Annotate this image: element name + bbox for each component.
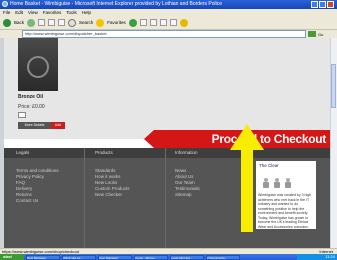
favorites-star-icon[interactable]	[96, 18, 105, 27]
taskbar-item[interactable]: 2 Documents...	[206, 254, 240, 260]
system-tray-clock[interactable]: 11:24	[297, 254, 337, 260]
taskbar-item[interactable]: Login.html aut...	[170, 254, 204, 260]
person-icon	[262, 178, 270, 188]
go-arrow-icon[interactable]	[308, 31, 316, 37]
footer-link[interactable]: Contact Us	[16, 198, 59, 204]
start-button[interactable]: start	[0, 254, 24, 260]
taskbar-item[interactable]: User Manager	[98, 254, 132, 260]
address-bar: http://www.wimbiguise.com/dispatcher_bas…	[0, 30, 337, 38]
footer-link[interactable]: New Checker	[95, 192, 130, 198]
product-ring-graphic	[27, 56, 49, 78]
toolbar: Back Search Favorites	[0, 16, 337, 30]
footer-links-information: News About Us Our Team Testimonials Site…	[175, 168, 200, 198]
menu-bar: File Edit View Favorites Tools Help	[0, 9, 337, 16]
scrollbar-thumb[interactable]	[331, 64, 336, 108]
folder-icon[interactable]	[179, 18, 188, 27]
menu-view[interactable]: View	[28, 9, 38, 16]
pointer-arrow-shaft	[241, 148, 253, 232]
more-details-button[interactable]: More Details	[18, 122, 51, 129]
promo-text: Wimbiguise was created by 3 high achieve…	[258, 193, 312, 228]
back-arrow-icon[interactable]	[3, 18, 11, 27]
product-name: Bronze Oil	[18, 94, 44, 100]
person-icon	[284, 178, 292, 188]
search-icon[interactable]	[68, 18, 77, 27]
address-input[interactable]: http://www.wimbiguise.com/dispatcher_bas…	[22, 30, 306, 38]
footer-title-products: Products	[95, 150, 113, 155]
taskbar-item[interactable]: Home - Micros...	[134, 254, 168, 260]
footer-link[interactable]: Sitemap	[175, 192, 200, 198]
checkout-arrow-tip	[144, 130, 154, 148]
menu-file[interactable]: File	[3, 9, 10, 16]
footer-header-bar	[4, 148, 330, 158]
edit-icon[interactable]	[159, 19, 167, 26]
refresh-icon[interactable]	[48, 19, 56, 26]
footer-title-legals: Legals	[16, 150, 30, 155]
person-icon	[273, 178, 281, 188]
footer-links-products: Standards How it works New Looks Custom …	[95, 168, 130, 198]
forward-arrow-icon[interactable]	[27, 18, 36, 27]
back-label[interactable]: Back	[14, 20, 24, 25]
maximize-icon[interactable]	[319, 1, 326, 8]
footer-title-information: Information	[175, 150, 198, 155]
ie-logo-icon	[2, 1, 8, 7]
history-icon[interactable]	[128, 18, 137, 27]
checkout-band	[4, 139, 154, 148]
menu-favorites[interactable]: Favorites	[43, 9, 62, 16]
promo-title: The Clear	[259, 163, 279, 168]
quantity-input[interactable]	[18, 112, 26, 118]
taskbar-item[interactable]: New Message	[26, 254, 60, 260]
product-price: Price: £0.00	[18, 104, 45, 110]
add-button[interactable]: Add	[51, 122, 65, 129]
menu-tools[interactable]: Tools	[66, 9, 77, 16]
footer-divider	[165, 148, 166, 248]
favorites-label[interactable]: Favorites	[107, 20, 126, 25]
stop-icon[interactable]	[38, 19, 46, 26]
window-controls	[311, 1, 334, 8]
window-title: Home Basket - Wimbiguise - Microsoft Int…	[10, 1, 223, 7]
go-label[interactable]: Go	[318, 32, 323, 37]
search-label[interactable]: Search	[79, 20, 93, 25]
product-image[interactable]	[18, 38, 58, 91]
window-title-bar: Home Basket - Wimbiguise - Microsoft Int…	[0, 0, 337, 9]
taskbar-item[interactable]: Wimb site ex...	[62, 254, 96, 260]
close-icon[interactable]	[327, 1, 334, 8]
minimize-icon[interactable]	[311, 1, 318, 8]
footer-links-legals: Terms and conditions Privacy Policy FAQ …	[16, 168, 59, 204]
discuss-icon[interactable]	[169, 19, 177, 26]
print-icon[interactable]	[149, 19, 157, 26]
pointer-arrow-icon	[230, 124, 264, 150]
menu-edit[interactable]: Edit	[15, 9, 23, 16]
menu-help[interactable]: Help	[82, 9, 91, 16]
footer-divider	[84, 148, 85, 248]
home-icon[interactable]	[58, 19, 66, 26]
windows-taskbar: start New Message Wimb site ex... User M…	[0, 254, 337, 260]
mail-icon[interactable]	[139, 19, 147, 26]
